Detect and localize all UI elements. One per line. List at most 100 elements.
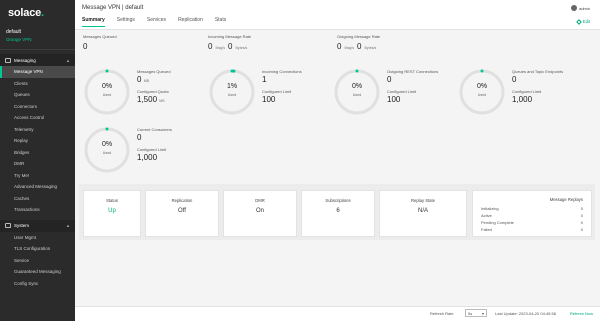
gauge-limit-label: Configured Limit [262,89,292,94]
value-number: 1,000 [137,153,158,162]
tab-services[interactable]: Services [147,17,166,27]
sidebar-item[interactable]: Replay [0,135,75,147]
gauge-limit-value: 100 [262,95,302,106]
chevron-up-icon: ▲ [66,57,70,63]
gauge-metric-value: 0 [137,133,172,144]
gauge-percent: 0% [101,141,113,148]
gauge-metric-label: Outgoing REST Connections [387,69,439,74]
sidebar-item[interactable]: Service [0,255,75,267]
sidebar-item[interactable]: Transactions [0,204,75,216]
card-label: DMR [255,198,265,203]
value-number: 0 [387,75,392,84]
value-number: 1,500 [137,95,158,104]
sidebar-item[interactable]: Access Control [0,112,75,124]
gauge-metric-label: Current Consumers [137,127,172,132]
gauge-limit-label: Configured Quota [137,89,169,94]
value-unit: MB [143,79,150,83]
gauge-limit-value: 1,500 MB [137,95,171,106]
gauge-percent: 0% [101,83,113,90]
gauge-info: Outgoing REST Connections 0 Configured Li… [387,69,438,109]
value-number: 1 [262,75,267,84]
sidebar-item[interactable]: TLS Configuration [0,243,75,255]
sidebar-item[interactable]: Config Sync [0,278,75,290]
sidebar-item[interactable]: Advanced Messaging [0,181,75,193]
value-unit: MB [159,99,165,103]
stat-value: 0 [228,42,233,51]
usage-gauge: 0% Used [83,126,131,174]
stats-row: Messages Queued 0 Incoming Message Rate … [83,34,593,58]
gauge-limit-label: Configured Limit [137,147,167,152]
sidebar-item[interactable]: Message VPN [0,66,75,78]
broker-selector[interactable]: default Orange VPN [0,26,75,50]
user-name: admin [579,5,590,11]
gauge-used-label: Used [227,93,237,97]
replay-row: Failed 0 [481,226,583,233]
last-update-text: Last Update: 2023-04-20 04:45:58 [495,311,556,316]
messaging-section-header[interactable]: Messaging ▲ [0,54,75,66]
sidebar-item[interactable]: Telemetry [0,124,75,136]
sidebar-item[interactable]: Bridges [0,147,75,159]
stat-label: Incoming Message Rate [208,34,252,39]
usage-gauge: 0% Used [458,68,506,116]
replay-label: Active [481,213,492,218]
tab-stats[interactable]: Stats [215,17,226,27]
sidebar-item[interactable]: Guaranteed Messaging [0,266,75,278]
sidebar-item[interactable]: Clients [0,78,75,90]
user-menu[interactable]: admin [571,5,590,11]
tab-replication[interactable]: Replication [178,17,203,27]
gauge-metric-value: 0 MB [137,75,171,86]
stat-value: 0 [83,42,88,51]
gauge-limit-value: 1,000 [512,95,563,106]
sidebar-item[interactable]: Connectors [0,101,75,113]
footer-bar: Refresh Rate 5s ▾ Last Update: 2023-04-2… [75,306,600,321]
gauge-info: Queues and Topic Endpoints 0 Configured L… [512,69,563,109]
stat-label: Outgoing Message Rate [337,34,381,39]
sidebar-item[interactable]: Queues [0,89,75,101]
stat-unit: Bytes/s [235,46,248,50]
sidebar-item[interactable]: DMR [0,158,75,170]
pencil-icon [575,18,582,25]
status-card: Status Up [83,190,141,237]
gauge-metric-label: Messages Queued [137,69,171,74]
solace-logo[interactable]: solace. [0,0,75,26]
stat-unit: Msg/s [215,46,226,50]
sidebar-item[interactable]: Try Me! [0,170,75,182]
refresh-now-link[interactable]: Refresh Now [570,311,593,316]
sidebar-item[interactable]: User Mgmt [0,232,75,244]
page-title: Message VPN | default [82,5,144,11]
replay-label: Initializing [481,206,499,211]
gauge-ring [334,69,380,115]
status-card: Replay State N/A [379,190,467,237]
logo-text: solace [8,7,42,19]
gauge-used-label: Used [102,151,112,155]
tab-bar: Summary Settings Services Replication Stats [82,17,226,27]
edit-button[interactable]: Edit [575,18,590,25]
tab-settings[interactable]: Settings [117,17,135,27]
gauge-metric-label: Incoming Connections [262,69,302,74]
gauge-limit-value: 1,000 [137,153,172,164]
tab-summary[interactable]: Summary [82,17,105,27]
card-value: 6 [336,208,340,214]
user-icon [571,5,578,11]
card-label: Status [106,198,118,203]
sidebar-item[interactable]: Caches [0,193,75,205]
system-section-header[interactable]: System ▲ [0,219,75,232]
gauge-ring [209,69,255,115]
card-label: Subscriptions [325,198,351,203]
stat-unit: Bytes/s [364,46,377,50]
broker-vpn: Orange VPN [6,37,32,42]
card-value: Off [178,208,186,214]
usage-gauge: 0% Used [83,68,131,116]
gauge-info: Messages Queued 0 MB Configured Quota 1,500… [137,69,171,109]
gauge-metric-label: Queues and Topic Endpoints [512,69,564,74]
refresh-rate-select[interactable]: 5s ▾ [465,309,487,317]
sidebar: solace. default Orange VPN Messaging ▲ M… [0,0,75,321]
status-card: DMR On [223,190,297,237]
system-icon [5,223,11,228]
replay-value: 0 [580,213,583,218]
replay-label: Pending Complete [481,220,514,225]
messaging-nav-list: Message VPN Clients Queues Connectors Access… [0,66,75,216]
card-label: Replay State [411,198,435,203]
card-value: Up [108,208,116,214]
messaging-section-label: Messaging [14,57,36,63]
